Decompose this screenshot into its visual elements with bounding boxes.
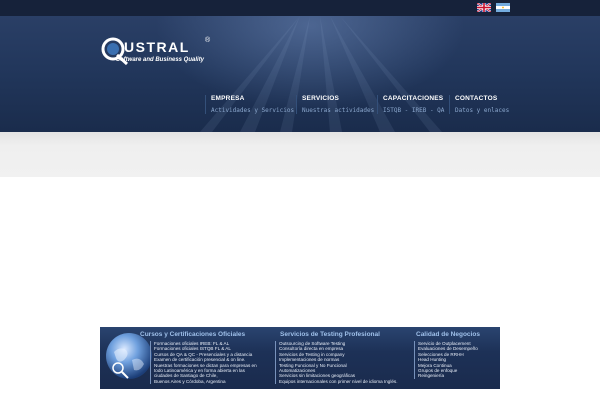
logo-tagline: Software and Business Quality bbox=[116, 57, 205, 63]
nav-title[interactable]: SERVICIOS bbox=[302, 95, 377, 102]
col2-list: Outsourcing de Software Testing Consulto… bbox=[275, 341, 397, 385]
nav-item-capacitaciones[interactable]: CAPACITACIONES ISTQB - IREB - QA bbox=[377, 95, 449, 114]
list-item[interactable]: Equipos internacionales con primer nivel… bbox=[279, 379, 397, 384]
footer-banner: Cursos y Certificaciones Oficiales Forma… bbox=[100, 327, 500, 389]
nav-title[interactable]: EMPRESA bbox=[211, 95, 296, 102]
nav-item-servicios[interactable]: SERVICIOS Nuestras actividades bbox=[296, 95, 377, 114]
main-nav: EMPRESA Actividades y Servicios SERVICIO… bbox=[205, 95, 515, 114]
list-item[interactable]: Examen de certificación presencial & on … bbox=[154, 357, 257, 362]
col1-title[interactable]: Cursos y Certificaciones Oficiales bbox=[140, 331, 245, 338]
top-bar bbox=[0, 0, 600, 16]
nav-item-empresa[interactable]: EMPRESA Actividades y Servicios bbox=[205, 95, 296, 114]
gray-band bbox=[0, 132, 600, 177]
col2-title[interactable]: Servicios de Testing Profesional bbox=[280, 331, 380, 338]
registered-mark: ® bbox=[205, 37, 211, 44]
nav-item-contactos[interactable]: CONTACTOS Datos y enlaces bbox=[449, 95, 515, 114]
list-item[interactable]: Buenos Aires y Córdoba, Argentina bbox=[154, 379, 257, 384]
logo-text[interactable]: USTRAL bbox=[124, 39, 190, 55]
language-selector bbox=[477, 3, 510, 12]
nav-subtitle[interactable]: Datos y enlaces bbox=[455, 107, 515, 114]
nav-title[interactable]: CAPACITACIONES bbox=[383, 95, 449, 102]
list-item[interactable]: Reingeniería bbox=[418, 373, 478, 378]
nav-subtitle[interactable]: Actividades y Servicios bbox=[211, 107, 296, 114]
nav-subtitle[interactable]: Nuestras actividades bbox=[302, 107, 377, 114]
nav-title[interactable]: CONTACTOS bbox=[455, 95, 515, 102]
argentina-flag-icon[interactable] bbox=[496, 3, 510, 12]
nav-subtitle[interactable]: ISTQB - IREB - QA bbox=[383, 107, 449, 114]
english-flag-icon[interactable] bbox=[477, 3, 491, 12]
col3-title[interactable]: Calidad de Negocios bbox=[416, 331, 480, 338]
header-hero bbox=[0, 16, 600, 132]
col1-list: Formaciones oficiales IREB: FL & AL Form… bbox=[150, 341, 257, 385]
col3-list: Servicio de Outplacement Evaluaciones de… bbox=[414, 341, 478, 379]
